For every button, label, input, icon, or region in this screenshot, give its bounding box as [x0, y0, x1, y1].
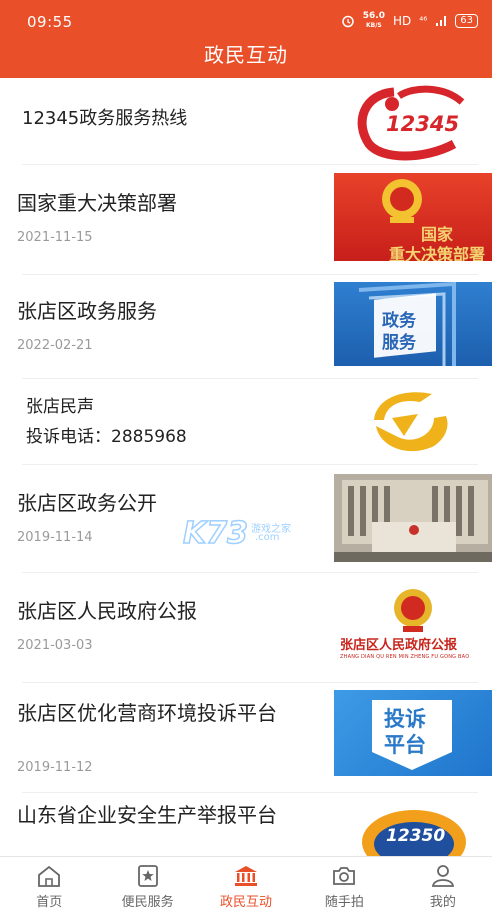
item-title: 张店区优化营商环境投诉平台 — [17, 701, 277, 725]
home-icon — [38, 865, 61, 887]
thumb-text: 投诉 平台 — [384, 707, 426, 757]
item-thumbnail: 政务 服务 — [334, 282, 492, 366]
status-bar: 09:55 56.0 KB/S HD ⁴⁶ 63 — [0, 0, 492, 40]
divider — [22, 274, 478, 275]
tab-interaction[interactable]: 政民互动 — [197, 857, 295, 912]
item-title: 12345政务服务热线 — [22, 108, 188, 129]
item-title: 张店区政务服务 — [17, 299, 157, 323]
signal-indicator: ⁴⁶ — [419, 15, 428, 27]
tab-home[interactable]: 首页 — [0, 857, 98, 912]
battery-indicator: 63 — [455, 14, 478, 28]
thumb-text: 12345 — [386, 112, 460, 136]
list-item[interactable]: 国家重大决策部署 2021-11-15 国家 重大决策部署 — [0, 170, 492, 274]
thumb-text: 国家 重大决策部署 — [389, 225, 486, 261]
divider — [22, 464, 478, 465]
item-thumbnail: 12345 — [334, 82, 492, 162]
item-thumbnail — [334, 380, 492, 464]
item-thumbnail: 国家 重大决策部署 — [334, 173, 492, 261]
tab-services[interactable]: 便民服务 — [98, 857, 196, 912]
tab-mine[interactable]: 我的 — [394, 857, 492, 912]
government-hall-photo-icon — [334, 474, 492, 562]
thumb-subtext: ZHANG DIAN QU REN MIN ZHENG FU GONG BAO — [340, 654, 470, 660]
star-bookmark-icon — [137, 865, 158, 887]
item-title: 张店区政务公开 — [17, 491, 157, 515]
item-title: 山东省企业安全生产举报平台 — [17, 803, 277, 827]
divider — [22, 792, 478, 793]
item-date: 2019-11-14 — [17, 530, 93, 545]
list-item[interactable]: 山东省企业安全生产举报平台 12350 — [0, 794, 492, 856]
thumb-text: 政务 服务 — [382, 311, 416, 353]
hd-indicator: HD — [392, 14, 412, 28]
tab-label: 我的 — [429, 895, 456, 910]
speed-value: 56.0 — [362, 11, 385, 21]
camera-icon — [333, 867, 356, 885]
thumb-text: 张店区人民政府公报 — [340, 638, 458, 653]
tab-label: 便民服务 — [121, 895, 174, 910]
list-item[interactable]: 12345政务服务热线 12345 — [0, 78, 492, 164]
watermark: K73 游戏之家 .com — [182, 515, 291, 552]
voice-logo-icon — [374, 392, 448, 452]
list-item[interactable]: 张店区优化营商环境投诉平台 2019-11-12 投诉 平台 — [0, 686, 492, 790]
divider — [22, 164, 478, 165]
thumb-text: 12350 — [386, 826, 446, 846]
bottom-nav: 首页 便民服务 政民互动 随手拍 我的 — [0, 856, 492, 912]
watermark-sub2: .com — [255, 532, 280, 543]
status-time: 09:55 — [27, 13, 73, 31]
government-building-icon — [235, 866, 258, 886]
tab-label: 首页 — [36, 895, 63, 910]
item-thumbnail: 投诉 平台 — [334, 690, 492, 776]
tab-snapshot[interactable]: 随手拍 — [295, 857, 393, 912]
page-header: 政民互动 — [0, 40, 492, 78]
page-title: 政民互动 — [204, 43, 288, 67]
watermark-text: K73 — [182, 515, 249, 552]
divider — [22, 682, 478, 683]
service-list: 12345政务服务热线 12345 国家重大决策部署 2021-11-15 国家… — [0, 78, 492, 856]
item-thumbnail — [334, 474, 492, 562]
divider — [22, 572, 478, 573]
item-date: 2019-11-12 — [17, 760, 93, 775]
item-date: 2021-03-03 — [17, 638, 93, 653]
list-item[interactable]: 张店区人民政府公报 2021-03-03 张店区人民政府公报 ZHANG DIA… — [0, 578, 492, 682]
speed-unit: KB/S — [365, 22, 382, 29]
item-date: 2021-11-15 — [17, 230, 93, 245]
item-title: 张店区人民政府公报 — [17, 599, 197, 623]
alarm-icon — [342, 15, 354, 28]
item-thumbnail: 12350 — [334, 802, 492, 856]
item-date: 2022-02-21 — [17, 338, 93, 353]
network-speed: 56.0 KB/S — [363, 12, 385, 30]
tab-label: 随手拍 — [324, 895, 364, 910]
item-title: 张店民声 投诉电话：2885968 — [26, 397, 187, 447]
list-item[interactable]: 张店民声 投诉电话：2885968 — [0, 380, 492, 464]
signal-bars-icon — [436, 16, 447, 26]
list-item[interactable]: 张店区政务服务 2022-02-21 政务 服务 — [0, 278, 492, 378]
user-icon — [431, 865, 454, 887]
item-title: 国家重大决策部署 — [17, 191, 177, 215]
divider — [22, 378, 478, 379]
item-thumbnail: 张店区人民政府公报 ZHANG DIAN QU REN MIN ZHENG FU… — [334, 584, 492, 676]
tab-label: 政民互动 — [220, 895, 273, 910]
